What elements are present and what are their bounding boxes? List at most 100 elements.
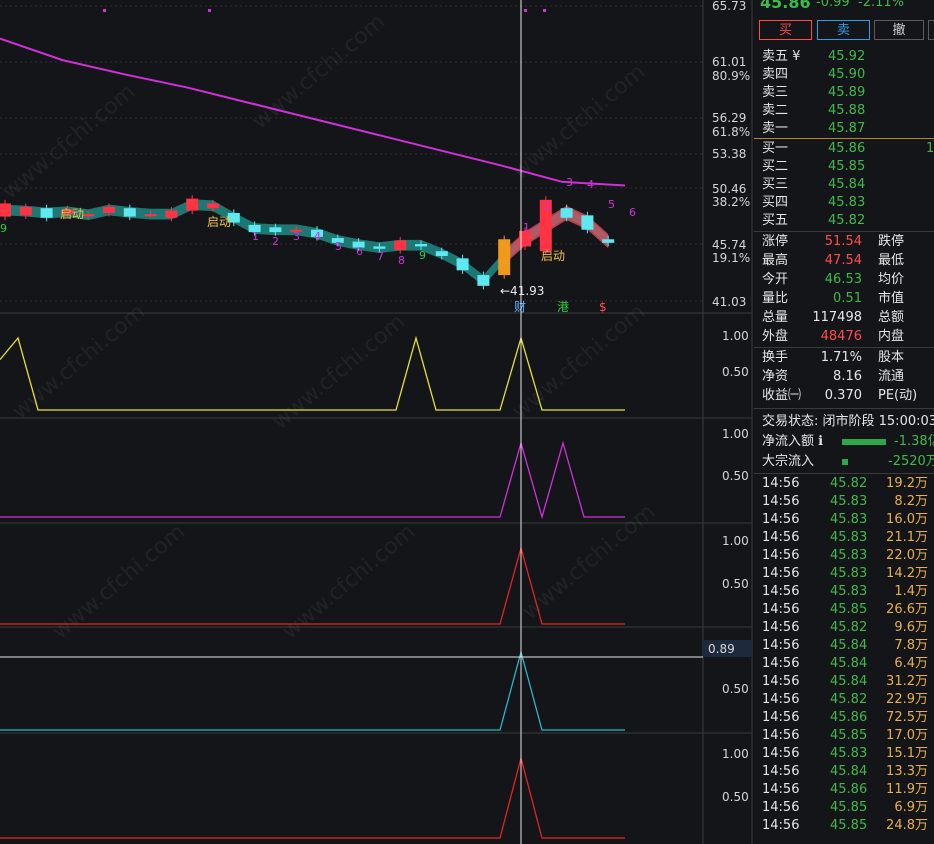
- stat-label: 涨停: [762, 234, 789, 249]
- tick-price: 45.82: [830, 476, 868, 491]
- bid-price: 45.85: [828, 159, 866, 174]
- stat-value: 46.53: [824, 272, 862, 287]
- bid-row[interactable]: 买五 45.82: [754, 212, 934, 230]
- tick-row[interactable]: 14:56 45.83 21.1万: [754, 529, 934, 547]
- candle: [456, 258, 469, 271]
- signal-dot: [543, 9, 546, 12]
- ask-row[interactable]: 卖二 45.88: [754, 102, 934, 120]
- tick-row[interactable]: 14:56 45.85 26.6万: [754, 601, 934, 619]
- signal-dot: [103, 9, 106, 12]
- candle: [394, 240, 407, 251]
- watermark: www.cfchi.com: [508, 59, 650, 184]
- indicator-axis-label: 0.50: [722, 365, 749, 379]
- candle: [103, 207, 115, 213]
- ask-price: 45.90: [828, 67, 866, 82]
- tick-row[interactable]: 14:56 45.86 72.5万: [754, 709, 934, 727]
- price-change: -0.99: [816, 0, 850, 10]
- tick-row[interactable]: 14:56 45.82 9.6万: [754, 619, 934, 637]
- net-flow-value: -1.38亿: [894, 434, 934, 449]
- candle: [560, 208, 573, 218]
- tick-volume: 6.9万: [894, 800, 928, 815]
- signal-dot: [208, 9, 211, 12]
- ask-label: 卖四: [762, 67, 789, 82]
- watermark: www.cfchi.com: [508, 299, 650, 424]
- tick-row[interactable]: 14:56 45.85 17.0万: [754, 727, 934, 745]
- candle: [602, 239, 615, 243]
- block-flow-value: -2520万: [888, 454, 934, 469]
- tick-row[interactable]: 14:56 45.85 24.8万: [754, 817, 934, 835]
- bid-row[interactable]: 买三 45.84: [754, 176, 934, 194]
- indicator-axis-label: 0.50: [722, 577, 749, 591]
- stat-label: 总量: [762, 310, 789, 325]
- bid-price: 45.83: [828, 195, 866, 210]
- candle: [40, 208, 53, 218]
- bid-row[interactable]: 买一 45.86 1: [754, 140, 934, 158]
- tick-time: 14:56: [762, 692, 800, 707]
- tick-row[interactable]: 14:56 45.83 8.2万: [754, 493, 934, 511]
- tick-row[interactable]: 14:56 45.83 14.2万: [754, 565, 934, 583]
- tick-price: 45.83: [830, 746, 868, 761]
- stat-label: 净资: [762, 369, 789, 384]
- bid-label: 买五: [762, 213, 789, 228]
- tick-price: 45.86: [830, 710, 868, 725]
- tick-price: 45.85: [830, 818, 868, 833]
- tick-volume: 1.4万: [894, 584, 928, 599]
- more-button[interactable]: [928, 20, 934, 40]
- last-price: 45.86: [760, 0, 811, 12]
- net-flow-row: 净流入额 ℹ -1.38亿: [754, 433, 934, 451]
- tick-row[interactable]: 14:56 45.83 16.0万: [754, 511, 934, 529]
- tick-row[interactable]: 14:56 45.83 1.4万: [754, 583, 934, 601]
- tick-volume: 19.2万: [886, 476, 928, 491]
- tick-price: 45.85: [830, 800, 868, 815]
- tick-row[interactable]: 14:56 45.84 7.8万: [754, 637, 934, 655]
- bid-row[interactable]: 买四 45.83: [754, 194, 934, 212]
- tick-row[interactable]: 14:56 45.85 6.9万: [754, 799, 934, 817]
- tick-row[interactable]: 14:56 45.82 19.2万: [754, 475, 934, 493]
- book-divider: [754, 138, 934, 139]
- tick-row[interactable]: 14:56 45.84 13.3万: [754, 763, 934, 781]
- ask-row[interactable]: 卖五 ¥ 45.92: [754, 48, 934, 66]
- ask-row[interactable]: 卖四 45.90: [754, 66, 934, 84]
- price-axis-label: 45.74: [712, 238, 746, 252]
- tick-time: 14:56: [762, 764, 800, 779]
- tick-row[interactable]: 14:56 45.84 6.4万: [754, 655, 934, 673]
- tick-time: 14:56: [762, 530, 800, 545]
- qidong-label: 启动: [541, 249, 565, 263]
- tick-time: 14:56: [762, 710, 800, 725]
- buy-button[interactable]: 买: [759, 20, 812, 40]
- stat-label-2: PE(动): [878, 388, 918, 403]
- tick-price: 45.86: [830, 782, 868, 797]
- tick-row[interactable]: 14:56 45.83 15.1万: [754, 745, 934, 763]
- price-change-pct: -2.11%: [858, 0, 904, 10]
- tick-price: 45.83: [830, 584, 868, 599]
- tick-volume: 22.0万: [886, 548, 928, 563]
- tick-row[interactable]: 14:56 45.83 22.0万: [754, 547, 934, 565]
- price-axis-label: 65.73: [712, 0, 746, 13]
- ask-row[interactable]: 卖三 45.89: [754, 84, 934, 102]
- tick-price: 45.83: [830, 566, 868, 581]
- sell-button[interactable]: 卖: [817, 20, 870, 40]
- tick-price: 45.84: [830, 656, 868, 671]
- dollar-marker: $: [599, 300, 607, 314]
- stat-label-2: 内盘: [878, 329, 905, 344]
- tick-row[interactable]: 14:56 45.86 11.9万: [754, 781, 934, 799]
- tick-volume: 15.1万: [886, 746, 928, 761]
- candle: [186, 198, 199, 211]
- cancel-button[interactable]: 撤: [874, 20, 924, 40]
- divider: [754, 408, 934, 409]
- indicator-line: [0, 755, 625, 839]
- stat-value: 117498: [812, 310, 862, 325]
- block-flow-row: 大宗流入 -2520万: [754, 453, 934, 471]
- divider: [754, 347, 934, 348]
- bid-row[interactable]: 买二 45.85: [754, 158, 934, 176]
- quote-header: 45.86 -0.99 -2.11%: [754, 0, 934, 12]
- net-flow-bar: [842, 439, 886, 445]
- watermark: www.cfchi.com: [8, 299, 150, 424]
- tick-time: 14:56: [762, 818, 800, 833]
- tick-row[interactable]: 14:56 45.84 31.2万: [754, 673, 934, 691]
- stat-label-2: 市值: [878, 291, 905, 306]
- tick-row[interactable]: 14:56 45.82 22.9万: [754, 691, 934, 709]
- ask-row[interactable]: 卖一 45.87: [754, 120, 934, 138]
- tick-price: 45.84: [830, 638, 868, 653]
- indicator-line: [0, 440, 625, 520]
